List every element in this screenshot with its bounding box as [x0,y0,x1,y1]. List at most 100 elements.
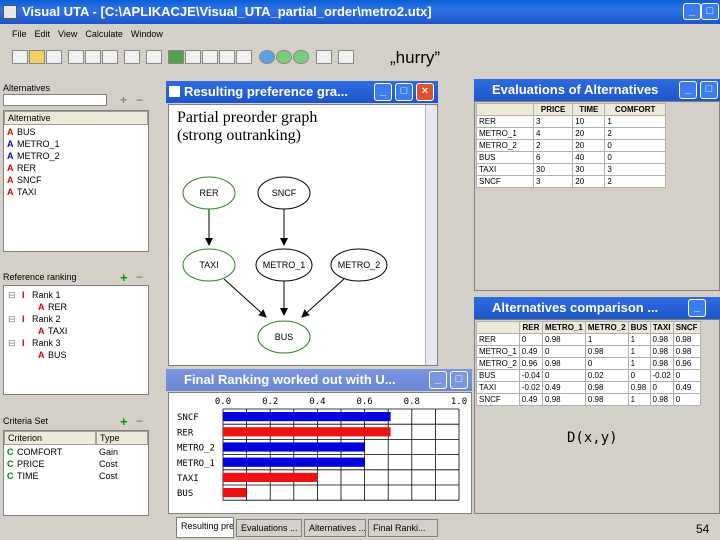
criterion-mark-icon: C [7,471,14,481]
table-row[interactable]: TAXI 30 30 3 [475,163,666,176]
ranking-bar[interactable] [223,442,365,452]
table-row[interactable]: RER 3 10 1 [475,115,666,128]
table-row[interactable]: METRO_1 0.49 0 0.98 1 0.98 0.98 [476,345,701,358]
add-rank-icon[interactable]: + [120,270,128,285]
table-cell: 2 [604,127,666,140]
table-row[interactable]: TAXI -0.02 0.49 0.98 0.98 0 0.49 [476,381,701,394]
menu-view[interactable]: View [54,26,81,42]
remove-criterion-icon[interactable]: − [136,414,143,428]
tab-final-ranking[interactable]: Final Ranki... [368,519,438,537]
table-row[interactable]: BUS 6 40 0 [475,151,666,164]
cut-icon[interactable] [68,50,84,64]
table-row[interactable]: C TIME Cost [7,470,148,482]
chart-icon[interactable] [219,50,235,64]
evaluations-minimize-button[interactable]: _ [679,81,697,99]
table-row[interactable]: SNCF 3 20 2 [475,175,666,188]
ranking-bar[interactable] [223,427,391,437]
table-row[interactable]: RER 0 0.98 1 1 0.98 0.98 [476,333,701,346]
table-cell: 1 [627,357,651,370]
tab-evaluations[interactable]: Evaluations ... [236,519,302,537]
alternative-circle-icon[interactable] [259,50,275,64]
graph-close-button[interactable]: × [416,83,434,101]
graph-node-sncf-label: SNCF [272,188,297,198]
table-row[interactable]: BUS -0.04 0 0.02 0 -0.02 0 [476,369,701,382]
table-row[interactable]: C COMFORT Gain [7,446,148,458]
ranking-bar[interactable] [223,457,365,467]
add-criterion-icon[interactable]: + [120,414,128,429]
table-cell: 0 [672,393,701,406]
menu-edit[interactable]: Edit [31,26,55,42]
row-label: RER [475,115,535,128]
rank-node[interactable]: ⊟ I Rank 1 [8,289,148,301]
minimize-button[interactable]: _ [683,3,701,20]
question-icon[interactable] [338,50,354,64]
row-label: BUS [475,151,535,164]
menu-window[interactable]: Window [127,26,167,42]
rank-item[interactable]: A RER [8,301,148,313]
list-item[interactable]: A RER [7,162,148,174]
table-cell: 0 [542,369,586,382]
alternatives-search-input[interactable] [3,94,107,106]
table-row[interactable]: METRO_1 4 20 2 [475,127,666,140]
menu-calculate[interactable]: Calculate [81,26,127,42]
alternative-name: METRO_2 [17,151,60,161]
table-cell: 0.49 [542,381,586,394]
ranking-bar[interactable] [223,472,318,482]
new-file-icon[interactable] [12,50,28,64]
list-item[interactable]: A METRO_2 [7,150,148,162]
table-icon[interactable] [168,50,184,64]
open-folder-icon[interactable] [29,50,45,64]
table-row[interactable]: METRO_2 2 20 0 [475,139,666,152]
ranking-bar[interactable] [223,488,247,498]
table-row[interactable]: METRO_2 0.96 0.98 0 1 0.98 0.96 [476,357,701,370]
rank-item[interactable]: A TAXI [8,325,148,337]
category-label: BUS [177,489,193,499]
help-icon[interactable] [146,50,162,64]
print-icon[interactable] [124,50,140,64]
row-label: TAXI [476,381,520,394]
ranking-maximize-button[interactable]: □ [450,371,468,389]
list-item[interactable]: A METRO_1 [7,138,148,150]
ranking-minimize-button[interactable]: _ [429,371,447,389]
table-cell: 0.02 [584,369,629,382]
graph-maximize-button[interactable]: □ [395,83,413,101]
rank-item[interactable]: A BUS [8,349,148,361]
table-row[interactable]: C PRICE Cost [7,458,148,470]
criterion-circle-icon[interactable] [276,50,292,64]
collapse-icon[interactable]: ⊟ [8,337,22,349]
graph-minimize-button[interactable]: _ [374,83,392,101]
alternative-mark-icon: A [38,326,45,336]
list-item[interactable]: A SNCF [7,174,148,186]
comparison-window-title-bar: Alternatives comparison ... _ [474,297,720,319]
criterion-circle-icon-2[interactable] [293,50,309,64]
add-alternative-icon[interactable]: + [120,93,127,107]
graph-scrollbar[interactable] [425,105,437,365]
maximize-button[interactable]: □ [701,3,719,20]
list-item[interactable]: A TAXI [7,186,148,198]
rank-node[interactable]: ⊟ I Rank 3 [8,337,148,349]
list-item[interactable]: A BUS [7,126,148,138]
matrix-icon[interactable] [202,50,218,64]
tab-alternatives[interactable]: Alternatives ... [304,519,366,537]
table-cell: 3 [604,163,666,176]
comparison-minimize-button[interactable]: _ [688,299,706,317]
remove-rank-icon[interactable]: − [136,270,143,284]
evaluations-maximize-button[interactable]: □ [700,81,718,99]
ranking-bar[interactable] [223,412,391,422]
collapse-icon[interactable]: ⊟ [8,313,22,325]
tab-resulting-preference[interactable]: Resulting pre... [176,517,234,538]
copy-icon[interactable] [85,50,101,64]
table-row[interactable]: SNCF 0.49 0.98 0.98 1 0.98 0 [476,393,701,406]
table-cell: 1 [604,115,666,128]
paste-icon[interactable] [102,50,118,64]
tool-icon[interactable] [236,50,252,64]
settings-icon[interactable] [316,50,332,64]
grid-icon[interactable] [185,50,201,64]
save-icon[interactable] [46,50,62,64]
menu-file[interactable]: File [8,26,31,42]
table-cell: 40 [572,151,606,164]
collapse-icon[interactable]: ⊟ [8,289,22,301]
remove-alternative-icon[interactable]: − [136,93,143,107]
rank-node[interactable]: ⊟ I Rank 2 [8,313,148,325]
table-cell: 0.98 [649,345,674,358]
